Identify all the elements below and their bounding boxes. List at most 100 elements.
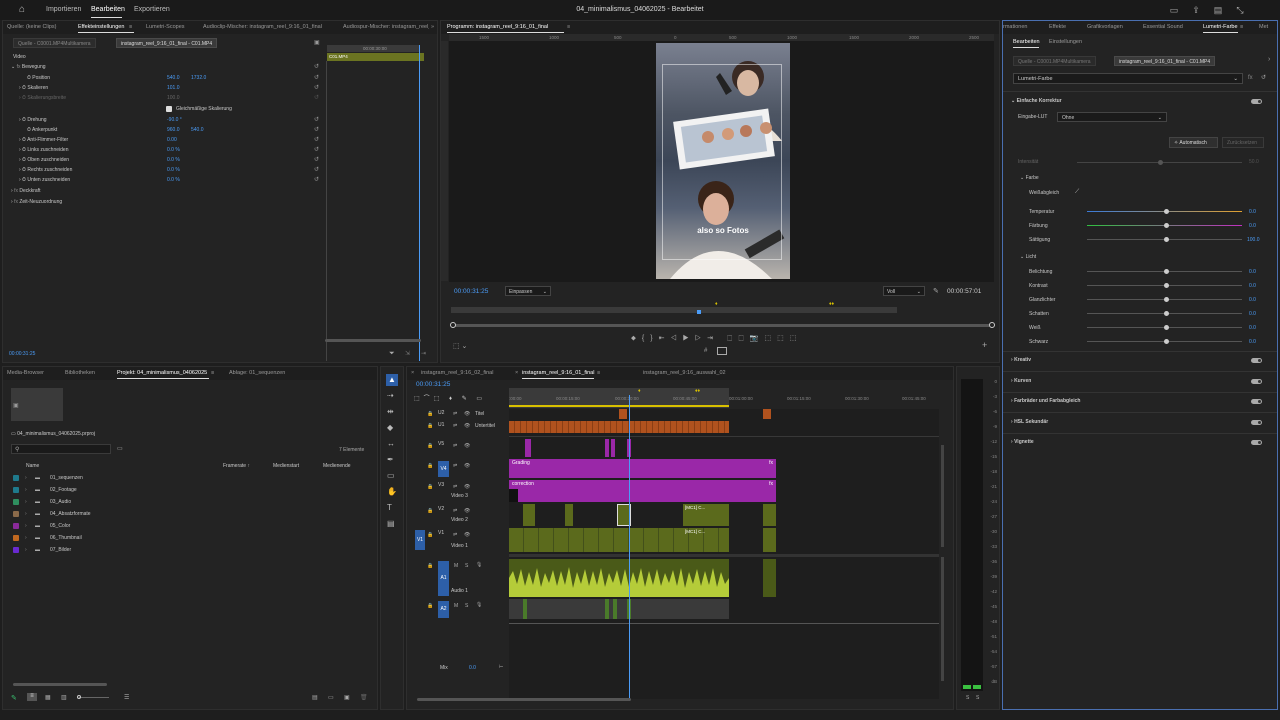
timeline-h-scroll[interactable] xyxy=(417,698,631,701)
sync-lock-icon[interactable]: ⇌ xyxy=(453,443,457,449)
v2-clip[interactable] xyxy=(763,504,776,526)
highlights-value[interactable]: 0.0 xyxy=(1249,297,1256,303)
v5-clip[interactable] xyxy=(611,439,615,457)
vignette-section[interactable]: › Vignette xyxy=(1011,439,1034,445)
transport-controls[interactable]: ⬥{}⇤◁▶▷⇥ ⬚⬚📷⬚⬚⬚ xyxy=(631,334,802,343)
project-h-scroll[interactable] xyxy=(13,683,107,686)
freeform-view-icon[interactable]: ▥ xyxy=(61,694,67,701)
reset-icon[interactable]: ↺ xyxy=(314,116,319,123)
solo-right-button[interactable]: S xyxy=(976,695,979,701)
sync-lock-icon[interactable]: ⇌ xyxy=(453,423,457,429)
program-timecode[interactable]: 00:00:31:25 xyxy=(454,288,488,295)
v5-clip[interactable] xyxy=(525,439,531,457)
basic-correction-toggle[interactable] xyxy=(1251,99,1262,104)
shadows-value[interactable]: 0.0 xyxy=(1249,311,1256,317)
solo-button[interactable]: S xyxy=(465,563,468,569)
selection-tool-icon[interactable]: ▲ xyxy=(386,374,398,386)
creative-section[interactable]: › Kreativ xyxy=(1011,357,1031,363)
crop-right-value[interactable]: 0.0 % xyxy=(167,167,180,173)
program-zoom-bar[interactable] xyxy=(453,324,993,327)
audio-v-scroll[interactable] xyxy=(941,557,944,681)
razor-icon[interactable]: ◆ xyxy=(387,423,393,432)
correction-clip[interactable]: correction fx xyxy=(509,480,776,502)
caption-icon[interactable]: ▤ xyxy=(387,519,395,528)
chevron-right-icon[interactable]: › xyxy=(25,475,27,481)
more-icon[interactable]: › xyxy=(1268,56,1270,63)
sequence-selector[interactable]: instagram_reel_9:16_01_final - C01.MP4 xyxy=(116,38,218,48)
fit-dropdown[interactable]: Einpassen ⌄ xyxy=(505,286,551,296)
tab-lumetri-color[interactable]: Lumetri-Farbe xyxy=(1203,24,1238,30)
video-v-scroll[interactable] xyxy=(941,445,944,547)
effects-timecode[interactable]: 00:00:31:25 xyxy=(9,351,35,357)
pen-icon[interactable]: ✒ xyxy=(387,455,394,464)
mini-zoom-bar[interactable] xyxy=(325,339,421,342)
col-framerate[interactable]: Framerate ↑ xyxy=(223,463,250,469)
rectangle-icon[interactable]: ▭ xyxy=(387,471,395,480)
tab-metadata[interactable]: Met xyxy=(1259,24,1268,30)
crop-left-value[interactable]: 0.0 % xyxy=(167,147,180,153)
colorwheels-toggle[interactable] xyxy=(1251,399,1262,404)
thumb-size-slider[interactable] xyxy=(79,697,109,698)
sync-lock-icon[interactable]: ⇌ xyxy=(453,532,457,538)
grid-icon[interactable]: # xyxy=(704,348,707,354)
sync-lock-icon[interactable]: ⇌ xyxy=(453,508,457,514)
track-target[interactable]: A1 xyxy=(438,561,449,596)
curves-section[interactable]: › Kurven xyxy=(1011,378,1031,384)
compare-icon[interactable] xyxy=(717,347,727,355)
mic-icon[interactable]: 🎙 xyxy=(476,562,482,568)
panel-menu-icon[interactable]: ≡ xyxy=(211,370,214,376)
audio1-clip[interactable] xyxy=(509,559,729,597)
anchor-x[interactable]: 960.0 xyxy=(167,127,180,133)
sort-icon[interactable]: ☰ xyxy=(124,694,129,701)
chevron-right-icon[interactable]: › xyxy=(25,499,27,505)
contrast-knob[interactable] xyxy=(1164,283,1169,288)
tab-libraries[interactable]: Bibliotheken xyxy=(65,370,95,376)
eyedropper-icon[interactable]: ⟋ xyxy=(1075,189,1079,196)
lock-icon[interactable]: 🔒 xyxy=(427,532,433,538)
reset-icon[interactable]: ↺ xyxy=(314,126,319,133)
track-target[interactable]: V2 xyxy=(438,506,444,512)
tab-bin[interactable]: Ablage: 01_sequenzen xyxy=(229,370,285,376)
mute-button[interactable]: M xyxy=(454,603,458,609)
blacks-knob[interactable] xyxy=(1164,339,1169,344)
lock-icon[interactable]: 🔒 xyxy=(427,603,433,609)
tab-source[interactable]: Quelle: (keine Clips) xyxy=(7,24,57,30)
list-view-icon[interactable]: ≡ xyxy=(27,693,37,701)
tab-lumetri-scopes[interactable]: Lumetri-Scopes xyxy=(146,24,185,30)
position-x[interactable]: 540.0 xyxy=(167,75,180,81)
folder-color-label[interactable] xyxy=(13,499,19,505)
time-remap-row[interactable]: › fx Zeit-Neuzuordnung xyxy=(11,199,62,205)
lock-icon[interactable]: 🔒 xyxy=(427,443,433,449)
folder-color-label[interactable] xyxy=(13,523,19,529)
thumb-size-knob[interactable] xyxy=(77,695,81,699)
track-target[interactable]: U2 xyxy=(438,410,444,416)
lock-icon[interactable]: 🔒 xyxy=(427,463,433,469)
antiflicker-value[interactable]: 0.00 xyxy=(167,137,177,143)
reset-icon[interactable]: ↺ xyxy=(314,136,319,143)
chevron-right-icon[interactable]: › xyxy=(25,523,27,529)
basic-correction-header[interactable]: ⌄ Einfache Korrektur xyxy=(1011,98,1062,104)
fx-icon[interactable]: fx xyxy=(1248,75,1253,81)
reset-icon[interactable]: ↺ xyxy=(314,166,319,173)
zoom-handle-right[interactable] xyxy=(989,322,995,328)
automate-icon[interactable]: ▤ xyxy=(312,694,318,701)
track-target[interactable]: V4 xyxy=(438,461,449,477)
audio2-clip[interactable] xyxy=(605,599,609,619)
track-target[interactable]: V5 xyxy=(438,441,444,447)
eye-icon[interactable]: 👁 xyxy=(464,508,470,514)
quality-dropdown[interactable]: Voll ⌄ xyxy=(883,286,925,296)
subtab-edit[interactable]: Bearbeiten xyxy=(1013,39,1040,45)
lock-icon[interactable]: 🔒 xyxy=(427,423,433,429)
mix-value[interactable]: 0.0 xyxy=(469,665,476,671)
mini-playhead[interactable] xyxy=(419,45,420,361)
auto-button[interactable]: ✧ Automatisch xyxy=(1169,137,1218,148)
lumetri-sequence-selector[interactable]: instagram_reel_9:16_01_final - C01.MP4 xyxy=(1114,56,1216,66)
blacks-value[interactable]: 0.0 xyxy=(1249,339,1256,345)
tint-knob[interactable] xyxy=(1164,223,1169,228)
track-target[interactable]: V3 xyxy=(438,482,444,488)
hsl-toggle[interactable] xyxy=(1251,420,1262,425)
sync-lock-icon[interactable]: ⇌ xyxy=(453,484,457,490)
track-select-icon[interactable]: ⇢ xyxy=(387,391,394,400)
curves-toggle[interactable] xyxy=(1251,379,1262,384)
close-tab-icon[interactable]: × xyxy=(411,370,414,376)
